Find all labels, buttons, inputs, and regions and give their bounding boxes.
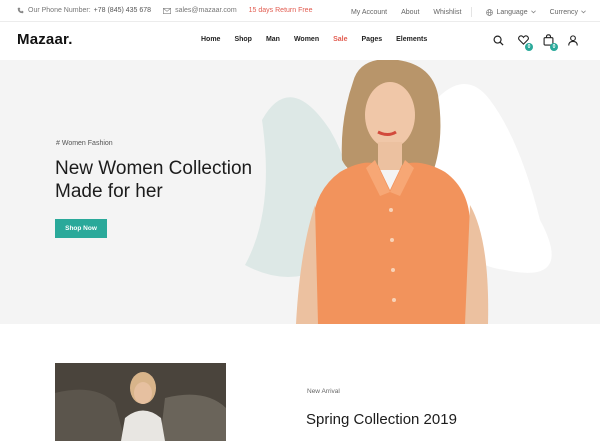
- hero-title: New Women Collection Made for her: [55, 157, 252, 203]
- new-arrival-label: New Arrival: [307, 388, 340, 395]
- account-button[interactable]: [566, 33, 580, 47]
- top-bar: Our Phone Number: +78 (845) 435 678 sale…: [0, 0, 600, 22]
- site-logo[interactable]: Mazaar.: [17, 31, 73, 48]
- search-icon: [493, 35, 504, 46]
- nav-item-man[interactable]: Man: [266, 36, 280, 43]
- search-button[interactable]: [491, 33, 505, 47]
- promo-text: 15 days Return Free: [248, 7, 313, 14]
- globe-icon: [486, 8, 494, 16]
- main-nav: Home Shop Man Women Sale Pages Elements: [201, 36, 441, 43]
- divider: [471, 7, 473, 17]
- nav-item-home[interactable]: Home: [201, 36, 220, 43]
- phone-info: Our Phone Number: +78 (845) 435 678: [17, 7, 151, 14]
- model-photo: [55, 363, 226, 441]
- wishlist-button[interactable]: 0: [516, 33, 533, 51]
- phone-number[interactable]: +78 (845) 435 678: [94, 7, 151, 14]
- currency-label: Currency: [549, 8, 578, 16]
- cart-count-badge: 0: [550, 43, 558, 51]
- user-icon: [568, 34, 578, 46]
- nav-item-elements[interactable]: Elements: [396, 36, 427, 43]
- chevron-down-icon: [581, 10, 586, 14]
- spring-collection-image[interactable]: [55, 363, 226, 441]
- shop-now-button[interactable]: Shop Now: [55, 219, 107, 238]
- top-bar-contact: Our Phone Number: +78 (845) 435 678 sale…: [17, 7, 324, 14]
- email-info: sales@mazaar.com: [163, 7, 237, 14]
- phone-label: Our Phone Number:: [28, 7, 91, 14]
- nav-item-sale[interactable]: Sale: [333, 36, 347, 43]
- nav-item-pages[interactable]: Pages: [362, 36, 383, 43]
- hero-tag: # Women Fashion: [56, 140, 113, 147]
- spring-collection-title: Spring Collection 2019: [306, 411, 457, 428]
- chevron-down-icon: [530, 10, 536, 14]
- main-header: Mazaar. Home Shop Man Women Sale Pages E…: [0, 22, 600, 60]
- hero-banner: # Women Fashion New Women Collection Mad…: [0, 60, 600, 324]
- wishlist-link[interactable]: Whishlist: [433, 9, 461, 16]
- cart-button[interactable]: 0: [541, 33, 558, 51]
- top-bar-links: My Account About Whishlist Language Curr…: [337, 7, 586, 17]
- hero-title-line-1: New Women Collection: [55, 158, 253, 179]
- hero-title-line-2: Made for her: [55, 181, 163, 202]
- nav-item-women[interactable]: Women: [294, 36, 319, 43]
- nav-item-shop[interactable]: Shop: [234, 36, 252, 43]
- currency-dropdown[interactable]: Currency: [550, 9, 586, 16]
- mail-icon: [163, 7, 172, 14]
- about-link[interactable]: About: [401, 9, 419, 16]
- language-dropdown[interactable]: Language: [486, 8, 536, 16]
- email-address[interactable]: sales@mazaar.com: [175, 7, 237, 14]
- header-actions: 0 0: [480, 33, 580, 51]
- wishlist-count-badge: 0: [525, 43, 533, 51]
- language-label: Language: [496, 8, 528, 16]
- phone-icon: [17, 7, 24, 14]
- my-account-link[interactable]: My Account: [351, 9, 387, 16]
